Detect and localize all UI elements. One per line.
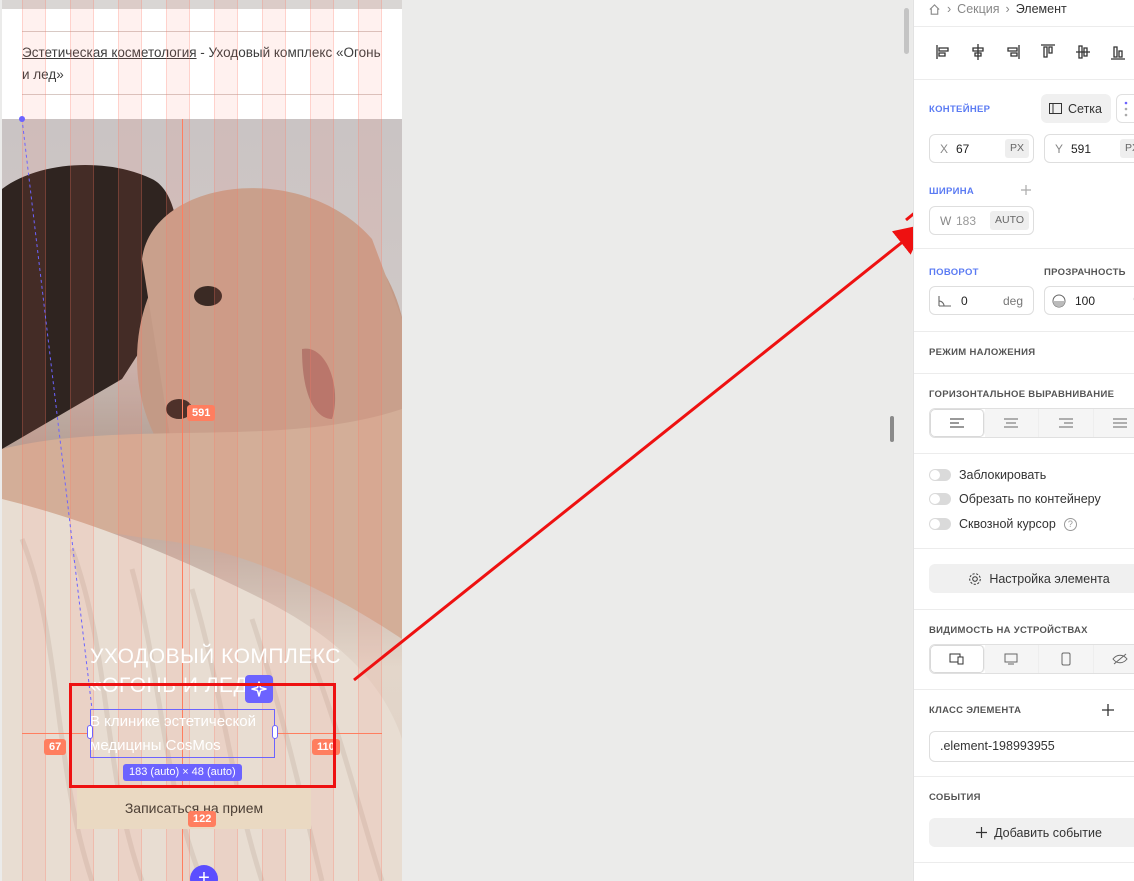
plus-icon bbox=[976, 827, 988, 838]
divider bbox=[914, 609, 1134, 610]
w-axis-label: W bbox=[940, 213, 952, 228]
all-devices-icon[interactable] bbox=[930, 645, 985, 673]
divider bbox=[914, 248, 1134, 249]
class-label: КЛАСС ЭЛЕМЕНТА bbox=[929, 705, 1022, 716]
divider bbox=[914, 548, 1134, 549]
alignment-toolbar bbox=[934, 42, 1127, 62]
lock-toggle-row[interactable]: Заблокировать bbox=[929, 468, 1046, 482]
divider bbox=[914, 26, 1134, 27]
divider bbox=[914, 862, 1134, 863]
y-value[interactable]: 591 bbox=[1071, 142, 1091, 156]
help-icon[interactable]: ? bbox=[1063, 517, 1077, 531]
gear-icon bbox=[969, 572, 982, 585]
rotation-label: ПОВОРОТ bbox=[929, 267, 979, 278]
properties-panel: › Секция › Элемент КОНТЕЙНЕР Сетка X 67 … bbox=[913, 0, 1134, 881]
align-center-v-icon[interactable] bbox=[1074, 42, 1092, 62]
align-right-icon[interactable] bbox=[1004, 42, 1022, 62]
cursor-toggle-label: Сквозной курсор bbox=[959, 517, 1056, 531]
rotation-unit: deg bbox=[1002, 293, 1023, 308]
blend-mode-label[interactable]: РЕЖИМ НАЛОЖЕНИЯ bbox=[929, 347, 1035, 358]
lock-toggle[interactable] bbox=[929, 469, 951, 481]
add-event-label: Добавить событие bbox=[994, 825, 1102, 840]
divider bbox=[914, 453, 1134, 454]
width-unit[interactable]: AUTO bbox=[990, 211, 1029, 230]
divider bbox=[914, 776, 1134, 777]
add-class-icon[interactable] bbox=[1102, 704, 1114, 716]
y-unit[interactable]: PX bbox=[1119, 139, 1134, 158]
mobile-icon[interactable] bbox=[1039, 645, 1094, 673]
passthrough-cursor-toggle[interactable] bbox=[929, 518, 951, 530]
scrollbar-thumb[interactable] bbox=[904, 8, 909, 54]
h-align-label: ГОРИЗОНТАЛЬНОЕ ВЫРАВНИВАНИЕ bbox=[929, 389, 1115, 400]
chevron-right-icon: › bbox=[1005, 2, 1010, 16]
text-align-center-icon[interactable] bbox=[984, 409, 1039, 437]
add-event-button[interactable]: Добавить событие bbox=[929, 818, 1134, 847]
align-center-h-icon[interactable] bbox=[969, 42, 987, 62]
breadcrumb: › Секция › Элемент bbox=[928, 2, 1067, 16]
divider bbox=[914, 373, 1134, 374]
width-label: ШИРИНА bbox=[929, 186, 975, 197]
text-align-right-icon[interactable] bbox=[1039, 409, 1094, 437]
rotation-field[interactable]: 0 deg bbox=[929, 286, 1034, 315]
home-icon[interactable] bbox=[928, 3, 941, 16]
dots-icon bbox=[1124, 101, 1128, 117]
rotation-value[interactable]: 0 bbox=[961, 294, 968, 308]
grid-button[interactable]: Сетка bbox=[1041, 94, 1111, 123]
opacity-icon bbox=[1052, 294, 1066, 307]
panel-resize-handle[interactable] bbox=[890, 416, 894, 442]
y-position-field[interactable]: Y 591 PX bbox=[1044, 134, 1134, 163]
y-axis-label: Y bbox=[1055, 141, 1064, 156]
cursor-toggle-row[interactable]: Сквозной курсор ? bbox=[929, 517, 1077, 531]
chevron-right-icon: › bbox=[947, 2, 952, 16]
element-settings-button[interactable]: Настройка элемента bbox=[929, 564, 1134, 593]
width-field[interactable]: W 183 AUTO bbox=[929, 206, 1034, 235]
align-top-icon[interactable] bbox=[1039, 42, 1057, 62]
x-value[interactable]: 67 bbox=[956, 142, 969, 156]
desktop-icon[interactable] bbox=[984, 645, 1039, 673]
x-axis-label: X bbox=[940, 141, 949, 156]
events-label: СОБЫТИЯ bbox=[929, 792, 981, 803]
divider bbox=[914, 689, 1134, 690]
clip-toggle-row[interactable]: Обрезать по контейнеру bbox=[929, 492, 1101, 506]
device-visibility-segmented bbox=[929, 644, 1134, 674]
container-label: КОНТЕЙНЕР bbox=[929, 104, 991, 115]
align-left-icon[interactable] bbox=[934, 42, 952, 62]
divider bbox=[914, 331, 1134, 332]
h-align-segmented bbox=[929, 408, 1134, 438]
opacity-value[interactable]: 100 bbox=[1075, 294, 1095, 308]
opacity-field[interactable]: 100 % bbox=[1044, 286, 1134, 315]
clip-toggle-label: Обрезать по контейнеру bbox=[959, 492, 1101, 506]
annotation-rectangle bbox=[69, 683, 336, 788]
clip-toggle[interactable] bbox=[929, 493, 951, 505]
grid-icon bbox=[1049, 103, 1062, 114]
text-align-left-icon[interactable] bbox=[930, 409, 985, 437]
width-value[interactable]: 183 bbox=[956, 214, 976, 228]
lock-toggle-label: Заблокировать bbox=[959, 468, 1047, 482]
eye-off-icon[interactable] bbox=[1093, 645, 1134, 673]
anchor-button[interactable] bbox=[1116, 94, 1134, 123]
opacity-label: ПРОЗРАЧНОСТЬ bbox=[1044, 267, 1126, 278]
breadcrumb-item-section[interactable]: Секция bbox=[957, 2, 999, 16]
divider bbox=[914, 79, 1134, 80]
angle-icon bbox=[938, 295, 951, 307]
visibility-label: ВИДИМОСТЬ НА УСТРОЙСТВАХ bbox=[929, 625, 1088, 636]
grid-button-label: Сетка bbox=[1068, 101, 1102, 116]
x-position-field[interactable]: X 67 PX bbox=[929, 134, 1034, 163]
element-settings-label: Настройка элемента bbox=[989, 571, 1110, 586]
breadcrumb-item-element: Элемент bbox=[1015, 2, 1067, 16]
add-icon[interactable] bbox=[1020, 184, 1032, 196]
align-bottom-icon[interactable] bbox=[1109, 42, 1127, 62]
x-unit[interactable]: PX bbox=[1004, 139, 1029, 158]
text-align-justify-icon[interactable] bbox=[1093, 409, 1134, 437]
element-class-input[interactable]: .element-198993955 bbox=[929, 731, 1134, 762]
